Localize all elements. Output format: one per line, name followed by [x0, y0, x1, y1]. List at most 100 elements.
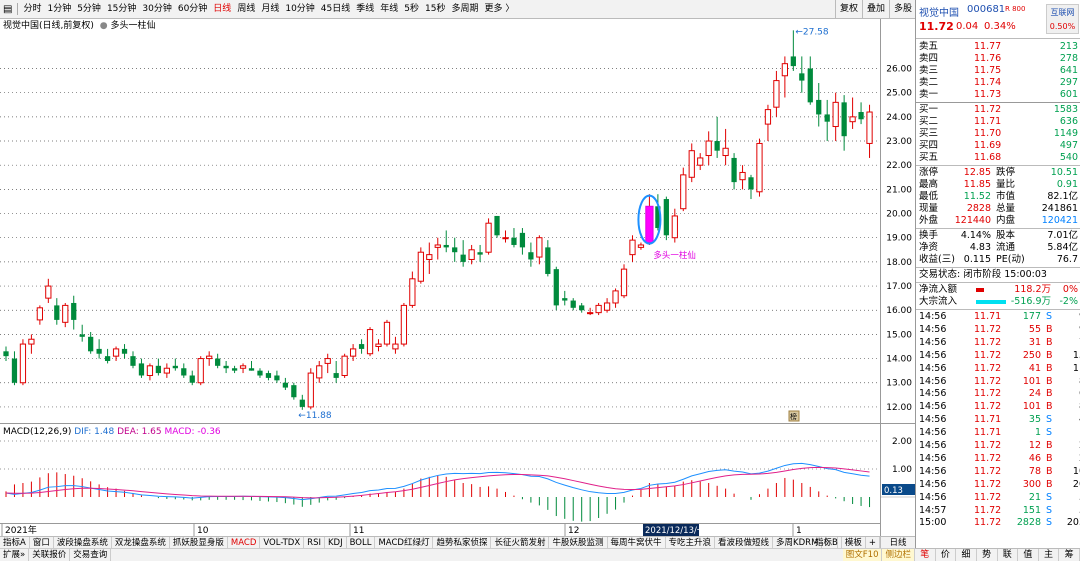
bid-volume: 1149 [1053, 128, 1078, 139]
candle-body [223, 365, 229, 369]
tick-time: 14:56 [919, 323, 947, 335]
stock-name: 视觉中国 [919, 8, 959, 19]
candle-body [637, 244, 645, 248]
candle-body [45, 285, 52, 299]
sector-tag[interactable]: 互联网 0.50% [1046, 4, 1079, 34]
candle [485, 218, 492, 255]
status-row: 交易状态: 闭市阶段 15:00:03 [916, 269, 1080, 281]
period-tab[interactable]: 季线 [353, 0, 377, 18]
price-tick-label: 20.00 [886, 210, 912, 220]
indicator-tab[interactable]: 牛股妖股监测 [549, 537, 608, 548]
bid-label: 买五 [919, 152, 939, 163]
candle-body [764, 109, 772, 125]
period-tab[interactable]: 年线 [377, 0, 401, 18]
candle [443, 230, 449, 253]
right-tab[interactable]: 势 [977, 549, 998, 561]
candle-body [781, 63, 788, 77]
price-tick-label: 18.00 [886, 258, 912, 268]
right-tab[interactable]: 联 [998, 549, 1019, 561]
indicator-tab[interactable]: 趋势私家侦探 [433, 537, 492, 548]
right-tab[interactable]: 细 [956, 549, 977, 561]
indicator-tab[interactable]: 每周牛窝伏牛 [608, 537, 666, 548]
period-tab[interactable]: 分时 [20, 0, 44, 18]
period-tab[interactable]: 60分钟 [175, 0, 210, 18]
indicator-tab[interactable]: 波段操盘系统 [54, 537, 112, 548]
macd-tick-label: 2.00 [892, 437, 912, 447]
extension-item[interactable]: 扩展» [0, 549, 30, 561]
indicator-tab[interactable]: MACD红绿灯 [375, 537, 434, 548]
indicator-tab[interactable]: 专吃主升浪 [666, 537, 716, 548]
candle-body [130, 356, 136, 366]
indicator-tab[interactable]: 窗口 [30, 537, 54, 548]
tick-volume: 78 [1028, 465, 1041, 477]
stat-value: 2828 [966, 203, 991, 214]
period-tab[interactable]: 日线 [210, 0, 234, 18]
indicator-tab[interactable]: 抓妖股显身版 [170, 537, 228, 548]
stat-value: 82.1亿 [1047, 191, 1078, 202]
candle-body [452, 247, 458, 253]
tick-price: 11.71 [974, 311, 1002, 322]
right-tab[interactable]: 笔 [915, 549, 936, 561]
period-tab[interactable]: 更多 〉 [481, 0, 517, 18]
stat-label: 股本 [996, 230, 1016, 241]
candle [282, 377, 289, 390]
tick-time: 14:56 [919, 491, 947, 503]
candle [172, 358, 178, 371]
period-tab[interactable]: 1分钟 [44, 0, 74, 18]
stat-label: 量比 [996, 179, 1016, 190]
tick-time: 15:00 [919, 517, 947, 529]
right-tab[interactable]: 价 [936, 549, 957, 561]
candle-body [349, 348, 357, 357]
tick-volume: 250 [1022, 349, 1041, 361]
indicator-right-button[interactable]: 指标B [812, 537, 842, 548]
period-tab[interactable]: 30分钟 [139, 0, 174, 18]
toolbar-button[interactable]: 复权 [835, 0, 863, 18]
extension-item[interactable]: 关联报价 [29, 549, 71, 561]
toolbar-button[interactable]: 多股 [889, 0, 917, 18]
indicator-tab[interactable]: 看波段做短线 [715, 537, 774, 548]
indicator-tab[interactable]: 指标A [0, 537, 30, 548]
right-tab[interactable]: 值 [1018, 549, 1039, 561]
right-tab[interactable]: 主 [1039, 549, 1060, 561]
toolbar-button[interactable]: 叠加 [862, 0, 890, 18]
tick-volume: 46 [1028, 452, 1041, 464]
extension-right-button[interactable]: 侧边栏 [882, 549, 915, 561]
candle-body [807, 68, 813, 103]
right-tab[interactable]: 筹 [1059, 549, 1080, 561]
candle [138, 358, 145, 378]
candle-body [460, 254, 466, 262]
stat-row: 最低 11.52 市值 82.1亿 [916, 191, 1080, 203]
period-tab[interactable]: 15秒 [422, 0, 448, 18]
tick-time: 14:56 [919, 388, 947, 400]
period-tab[interactable]: 10分钟 [282, 0, 317, 18]
period-indicator-tab[interactable]: 日线 [880, 536, 915, 548]
period-tab[interactable]: 45日线 [318, 0, 353, 18]
tick-price: 11.71 [974, 414, 1002, 426]
indicator-tab[interactable]: VOL-TDX [260, 537, 305, 548]
period-tab[interactable]: 15分钟 [104, 0, 139, 18]
period-tab[interactable]: 5秒 [401, 0, 422, 18]
indicator-tab[interactable]: KDJ [325, 537, 347, 548]
candle-body [511, 237, 517, 245]
period-tab[interactable]: 月线 [258, 0, 282, 18]
period-tab[interactable]: 周线 [234, 0, 258, 18]
extension-right-button[interactable]: 图文F10 [842, 549, 883, 561]
indicator-tab[interactable]: MACD [228, 537, 261, 548]
indicator-tab[interactable]: BOLL [347, 537, 376, 548]
indicator-right-button[interactable]: + [866, 537, 880, 548]
candle [104, 348, 111, 364]
period-tab[interactable]: 5分钟 [74, 0, 104, 18]
period-tab[interactable]: 多周期 [448, 0, 481, 18]
ask-volume: 213 [1059, 41, 1078, 52]
indicator-tab[interactable]: 双龙操盘系统 [112, 537, 170, 548]
indicator-right-button[interactable]: 模板 [842, 537, 866, 548]
price-tick-label: 12.00 [886, 403, 912, 413]
ask-row: 卖五 11.77 213 [916, 41, 1080, 53]
chart-canvas[interactable]: 26.00 25.00 24.00 23.00 22.00 21.00 20.00 19.00… [0, 19, 915, 536]
candle [341, 353, 348, 378]
tick-time: 14:56 [919, 375, 947, 387]
menu-icon[interactable]: ▤ [0, 0, 15, 18]
extension-item[interactable]: 交易查询 [70, 549, 112, 561]
indicator-tab[interactable]: 长征火箭发射 [491, 537, 550, 548]
indicator-tab[interactable]: RSI [304, 537, 325, 548]
